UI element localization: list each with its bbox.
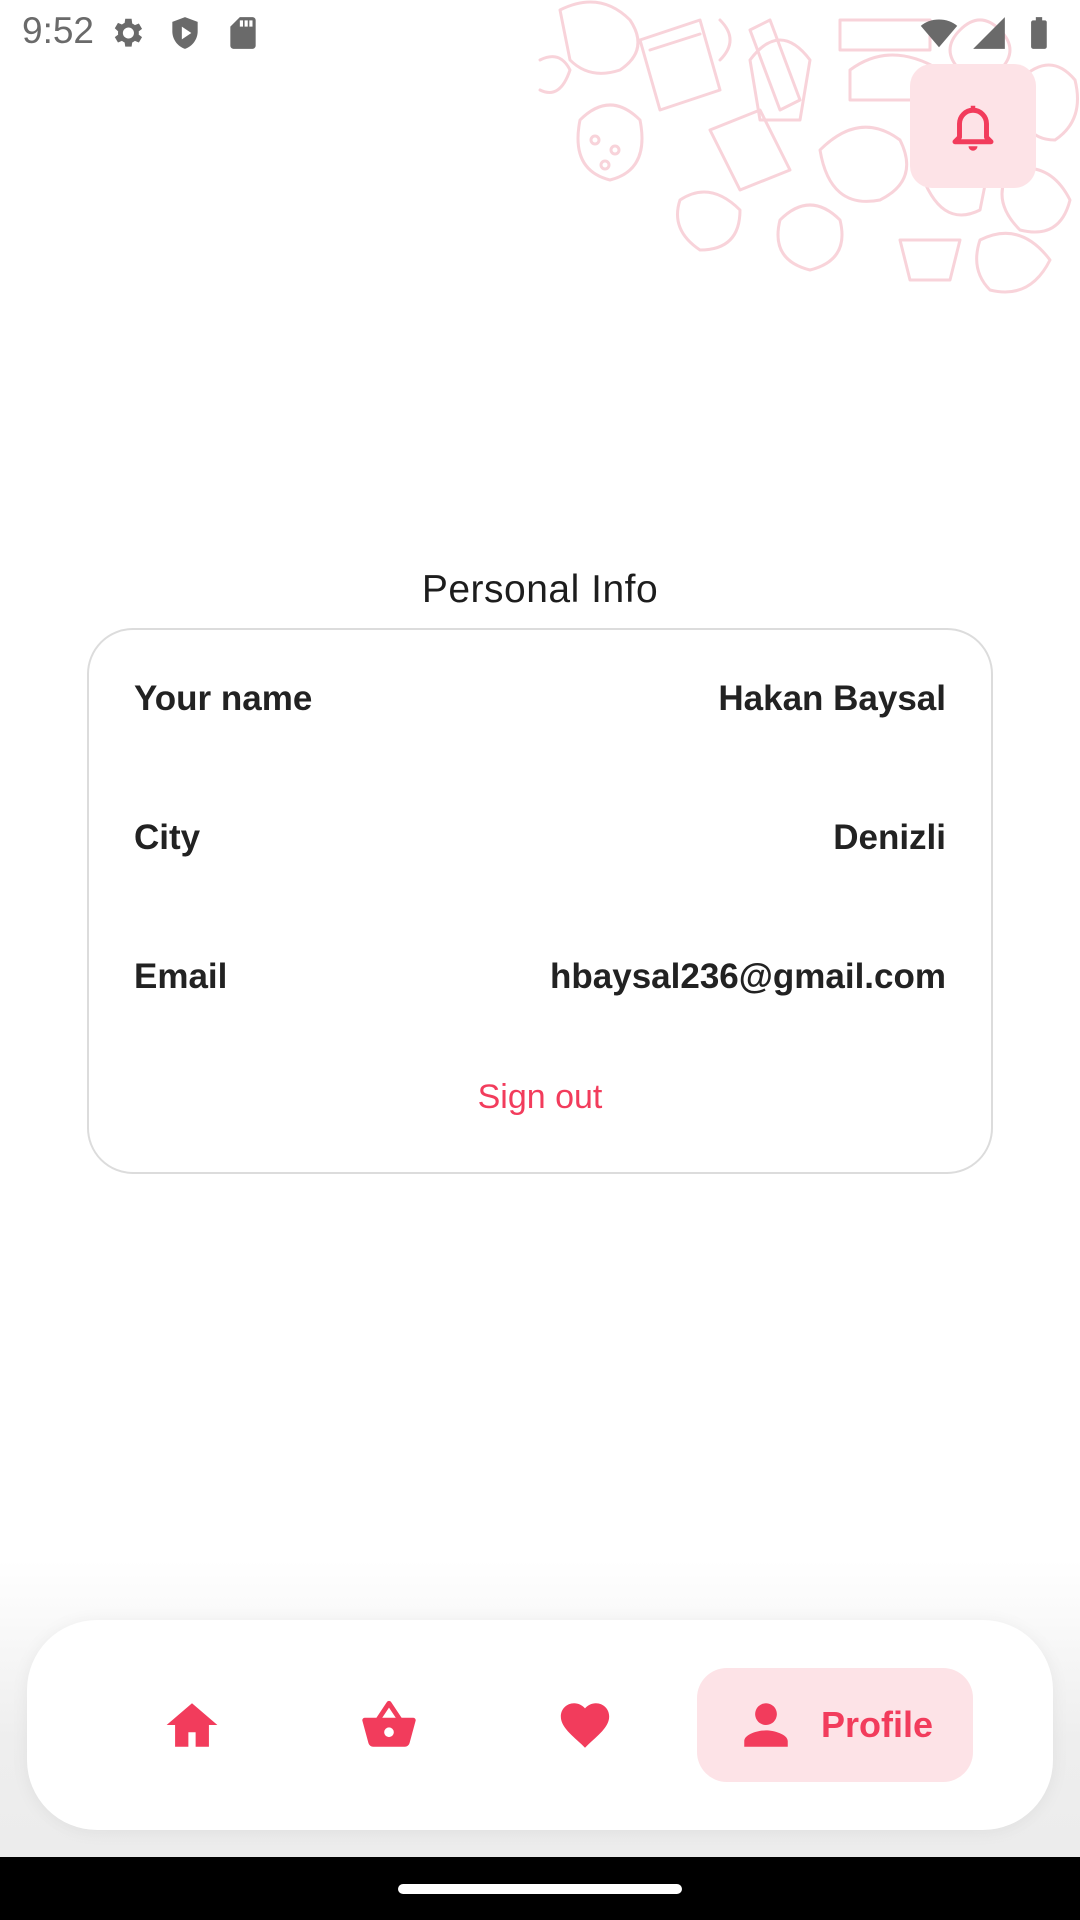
nav-home[interactable] bbox=[117, 1668, 267, 1782]
shield-play-icon bbox=[172, 17, 198, 49]
home-icon bbox=[166, 1703, 218, 1747]
nav-basket[interactable] bbox=[314, 1668, 464, 1782]
email-value: hbaysal236@gmail.com bbox=[550, 957, 946, 996]
status-bar: 9:52 bbox=[0, 0, 1080, 64]
sign-out-button[interactable]: Sign out bbox=[89, 1078, 991, 1117]
personal-info-card: Your name Hakan Baysal City Denizli Emai… bbox=[87, 628, 993, 1174]
notification-button[interactable] bbox=[910, 64, 1036, 188]
person-icon bbox=[744, 1703, 788, 1747]
personal-info-title: Personal Info bbox=[421, 568, 659, 611]
status-time: 9:52 bbox=[22, 10, 95, 51]
email-label: Email bbox=[134, 957, 228, 996]
wifi-icon bbox=[920, 19, 958, 48]
info-row-name: Your name Hakan Baysal bbox=[134, 674, 946, 724]
sd-card-icon bbox=[230, 17, 256, 49]
name-label: Your name bbox=[134, 679, 313, 718]
status-icons-left bbox=[108, 14, 262, 52]
system-navigation-bar bbox=[0, 1857, 1080, 1920]
battery-icon bbox=[1031, 17, 1047, 49]
bottom-navigation: Profile bbox=[27, 1620, 1053, 1830]
home-indicator[interactable] bbox=[398, 1884, 682, 1894]
nav-profile-label: Profile bbox=[820, 1704, 934, 1745]
profile-screen: 9:52 Personal Info Your name Hakan Baysa… bbox=[0, 0, 1080, 1920]
heart-icon bbox=[560, 1703, 610, 1748]
gear-icon bbox=[114, 18, 143, 47]
nav-favorites[interactable] bbox=[510, 1668, 660, 1782]
name-value: Hakan Baysal bbox=[718, 679, 946, 718]
info-row-city: City Denizli bbox=[134, 813, 946, 863]
nav-profile[interactable]: Profile bbox=[697, 1668, 973, 1782]
bell-icon bbox=[952, 105, 994, 151]
city-value: Denizli bbox=[833, 818, 946, 857]
city-label: City bbox=[134, 818, 201, 857]
signal-icon bbox=[973, 17, 1005, 49]
status-icons-right bbox=[920, 14, 1058, 52]
info-row-email: Email hbaysal236@gmail.com bbox=[134, 952, 946, 1002]
basket-icon bbox=[362, 1700, 416, 1747]
